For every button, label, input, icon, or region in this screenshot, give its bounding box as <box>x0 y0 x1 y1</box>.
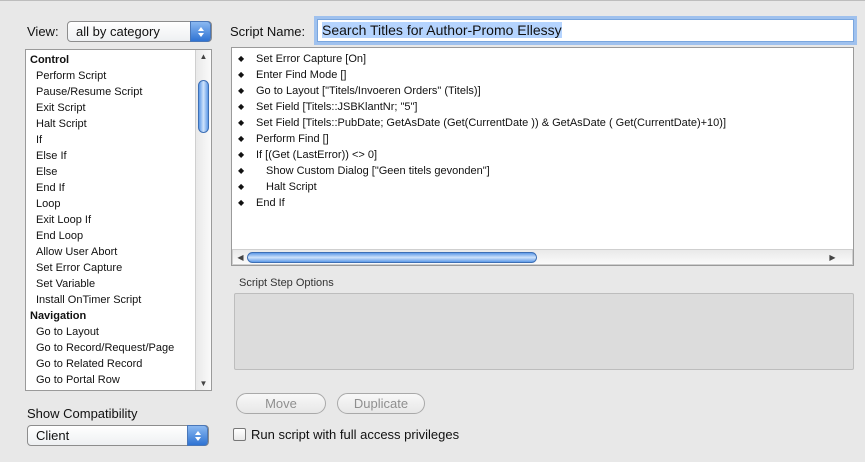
script-step-row[interactable]: ◆ Enter Find Mode [] <box>232 67 853 83</box>
drag-handle-icon[interactable]: ◆ <box>238 67 244 83</box>
step-list-item[interactable]: End If <box>26 180 195 196</box>
step-list-scrollbar[interactable]: ▲ ▼ <box>195 50 211 390</box>
view-label: View: <box>27 24 59 39</box>
step-list-item[interactable]: Exit Script <box>26 100 195 116</box>
script-step-row[interactable]: ◆ End If <box>232 195 853 211</box>
script-step-row[interactable]: ◆ Set Field [Titels::JSBKlantNr; "5"] <box>232 99 853 115</box>
scroll-down-icon[interactable]: ▼ <box>196 379 211 388</box>
script-step-list[interactable]: Control Perform Script Pause/Resume Script… <box>25 49 212 391</box>
script-step-text: Set Field [Titels::PubDate; GetAsDate (G… <box>256 117 727 129</box>
scroll-up-icon[interactable]: ▲ <box>196 52 211 61</box>
script-step-text: Enter Find Mode [] <box>256 69 347 81</box>
drag-handle-icon[interactable]: ◆ <box>238 115 244 131</box>
script-steps-list: ◆ Set Error Capture [On] ◆ Enter Find Mode … <box>232 51 853 211</box>
scroll-left-icon[interactable]: ◀ <box>233 253 248 262</box>
full-access-checkbox[interactable] <box>233 428 246 441</box>
step-list-item[interactable]: Pause/Resume Script <box>26 84 195 100</box>
step-list-item[interactable]: Else <box>26 164 195 180</box>
step-list-item[interactable]: Set Variable <box>26 276 195 292</box>
script-step-text: If [(Get (LastError)) <> 0] <box>256 149 378 161</box>
script-step-row[interactable]: ◆ Go to Layout ["Titels/Invoeren Orders" … <box>232 83 853 99</box>
step-list-item[interactable]: Go to Object <box>26 388 195 390</box>
step-category-header: Navigation <box>30 310 87 322</box>
select-arrows-icon <box>187 425 208 446</box>
step-list-item[interactable]: Install OnTimer Script <box>26 292 195 308</box>
window-top-border <box>0 0 865 1</box>
compatibility-select[interactable]: Client <box>27 425 209 446</box>
step-list-item[interactable]: Perform Script <box>26 68 195 84</box>
drag-handle-icon[interactable]: ◆ <box>238 131 244 147</box>
script-h-scroll-thumb[interactable] <box>247 252 537 263</box>
step-list-scroll-thumb[interactable] <box>198 79 209 133</box>
scroll-right-icon[interactable]: ▶ <box>825 253 840 262</box>
drag-handle-icon[interactable]: ◆ <box>238 179 244 195</box>
step-list-item[interactable]: Halt Script <box>26 116 195 132</box>
drag-handle-icon[interactable]: ◆ <box>238 195 244 211</box>
script-steps-editor[interactable]: ◆ Set Error Capture [On] ◆ Enter Find Mode … <box>231 47 854 266</box>
step-list-item[interactable]: End Loop <box>26 228 195 244</box>
step-list-item[interactable]: Go to Layout <box>26 324 195 340</box>
show-compatibility-label: Show Compatibility <box>27 406 138 421</box>
step-list-item[interactable]: Set Error Capture <box>26 260 195 276</box>
step-list-item[interactable]: Loop <box>26 196 195 212</box>
script-step-text: Show Custom Dialog ["Geen titels gevonde… <box>266 165 490 177</box>
script-step-text: Set Field [Titels::JSBKlantNr; "5"] <box>256 101 418 113</box>
script-step-text: Go to Layout ["Titels/Invoeren Orders" (… <box>256 85 481 97</box>
script-step-text: End If <box>256 197 285 209</box>
script-step-row[interactable]: ◆ Halt Script <box>232 179 853 195</box>
script-step-list-items: Control Perform Script Pause/Resume Script… <box>26 52 195 390</box>
script-horizontal-scrollbar[interactable]: ◀ ▶ <box>232 249 853 265</box>
view-select-value: all by category <box>76 24 160 39</box>
compatibility-select-value: Client <box>36 428 70 443</box>
view-select[interactable]: all by category <box>67 21 212 42</box>
move-button[interactable]: Move <box>236 393 326 414</box>
drag-handle-icon[interactable]: ◆ <box>238 163 244 179</box>
step-list-item[interactable]: Exit Loop If <box>26 212 195 228</box>
drag-handle-icon[interactable]: ◆ <box>238 83 244 99</box>
script-step-options-label: Script Step Options <box>239 277 334 289</box>
select-arrows-icon <box>190 21 211 42</box>
step-list-item[interactable]: Else If <box>26 148 195 164</box>
step-list-item[interactable]: Allow User Abort <box>26 244 195 260</box>
script-step-text: Halt Script <box>266 181 317 193</box>
script-step-options-panel <box>234 293 854 370</box>
script-name-input[interactable]: Search Titles for Author-Promo Ellessy <box>317 19 854 42</box>
drag-handle-icon[interactable]: ◆ <box>238 51 244 67</box>
script-step-row[interactable]: ◆ If [(Get (LastError)) <> 0] <box>232 147 853 163</box>
script-name-value: Search Titles for Author-Promo Ellessy <box>322 22 562 38</box>
script-step-row[interactable]: ◆ Set Error Capture [On] <box>232 51 853 67</box>
step-category-header: Control <box>30 54 70 66</box>
step-list-item[interactable]: Go to Portal Row <box>26 372 195 388</box>
script-step-row[interactable]: ◆ Set Field [Titels::PubDate; GetAsDate (… <box>232 115 853 131</box>
duplicate-button[interactable]: Duplicate <box>337 393 425 414</box>
script-step-text: Perform Find [] <box>256 133 329 145</box>
step-list-item[interactable]: If <box>26 132 195 148</box>
step-list-item[interactable]: Go to Record/Request/Page <box>26 340 195 356</box>
script-name-label: Script Name: <box>230 24 306 39</box>
full-access-label[interactable]: Run script with full access privileges <box>251 427 459 442</box>
script-step-row[interactable]: ◆ Perform Find [] <box>232 131 853 147</box>
script-step-row[interactable]: ◆ Show Custom Dialog ["Geen titels gevond… <box>232 163 853 179</box>
step-list-item[interactable]: Go to Related Record <box>26 356 195 372</box>
drag-handle-icon[interactable]: ◆ <box>238 99 244 115</box>
drag-handle-icon[interactable]: ◆ <box>238 147 244 163</box>
script-step-text: Set Error Capture [On] <box>256 53 367 65</box>
